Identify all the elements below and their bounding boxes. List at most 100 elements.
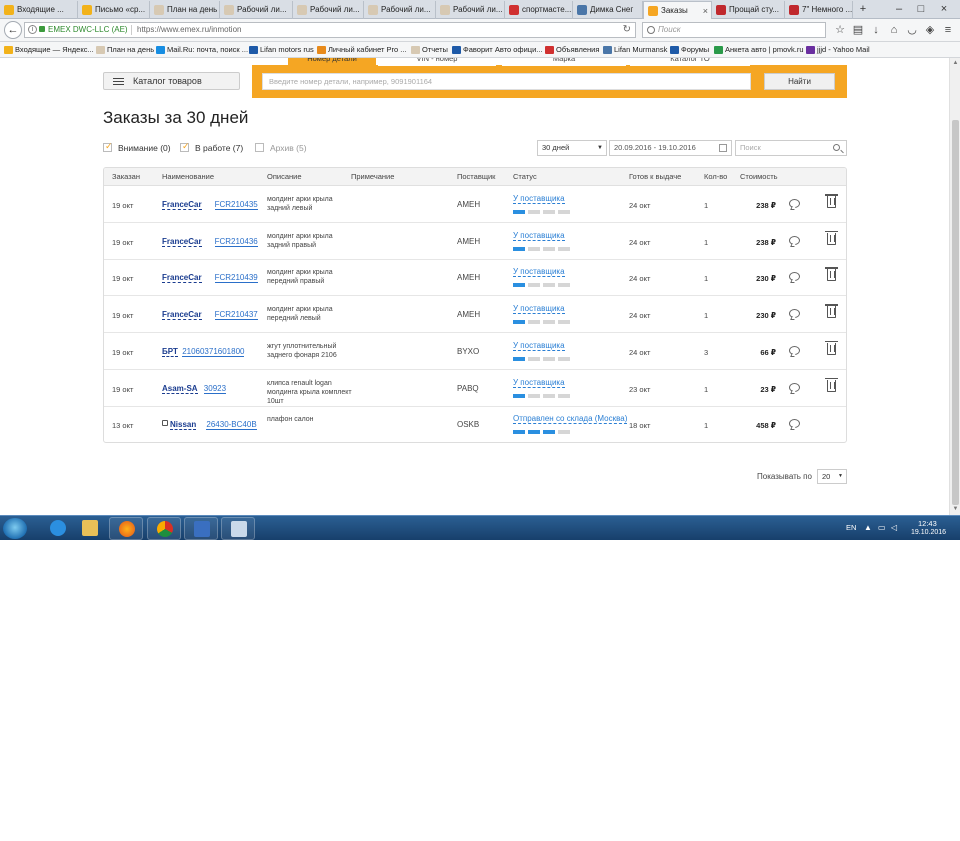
filter-in-work[interactable]: В работе (7) xyxy=(180,141,243,153)
browser-tab[interactable]: Входящие ... xyxy=(0,1,78,19)
bookmark-item[interactable]: Форумы xyxy=(670,42,709,58)
status-link[interactable]: У поставщика xyxy=(513,378,565,388)
status-link[interactable]: У поставщика xyxy=(513,341,565,351)
status-link[interactable]: У поставщика xyxy=(513,194,565,204)
menu-icon[interactable]: ≡ xyxy=(941,23,955,37)
brand-link[interactable]: FranceCar xyxy=(162,200,202,210)
trash-icon[interactable] xyxy=(825,304,838,319)
pocket-icon[interactable]: ◡ xyxy=(905,23,919,37)
shield-icon[interactable]: ◈ xyxy=(923,23,937,37)
trash-icon[interactable] xyxy=(825,377,838,392)
clock-date[interactable]: 19.10.2016 xyxy=(911,529,946,536)
reload-icon[interactable]: ↻ xyxy=(623,23,631,37)
bookmark-item[interactable]: Объявления xyxy=(545,42,599,58)
comment-icon[interactable] xyxy=(789,309,800,319)
status-link[interactable]: Отправлен со склада (Москва) xyxy=(513,414,628,425)
part-number-link[interactable]: FCR210437 xyxy=(214,310,258,321)
tab-vin[interactable]: VIN - номер xyxy=(378,58,496,66)
minimize-icon[interactable]: – xyxy=(891,2,907,16)
date-range-input[interactable]: 20.09.2016 - 19.10.2016 xyxy=(609,140,732,156)
page-scrollbar[interactable]: ▲ ▼ xyxy=(949,58,960,515)
part-number-link[interactable]: FCR210436 xyxy=(214,237,258,247)
url-text[interactable]: https://www.emex.ru/inmotion xyxy=(137,23,241,37)
brand-link[interactable]: БРТ xyxy=(162,347,178,357)
clock-time[interactable]: 12:43 xyxy=(918,519,937,528)
archive-checkbox[interactable] xyxy=(255,143,264,152)
bookmark-item[interactable]: Входящие — Яндекс... xyxy=(4,42,94,58)
scroll-down-icon[interactable]: ▼ xyxy=(951,505,960,514)
find-button[interactable]: Найти xyxy=(764,73,835,90)
comment-icon[interactable] xyxy=(789,199,800,208)
browser-tab[interactable]: спортмасте... xyxy=(505,1,573,19)
trash-icon[interactable] xyxy=(825,340,838,355)
browser-tab[interactable]: 7" Немного ... xyxy=(785,1,853,19)
paint-taskbar-button[interactable] xyxy=(221,517,255,540)
trash-icon[interactable] xyxy=(825,230,838,245)
ie-taskbar-button[interactable] xyxy=(41,517,75,540)
status-link[interactable]: У поставщика xyxy=(513,231,565,241)
calendar-icon[interactable] xyxy=(719,144,727,152)
bookmark-item[interactable]: Фаворит Авто офици... xyxy=(452,42,543,58)
bookmark-item[interactable]: План на день xyxy=(96,42,154,58)
browser-tab[interactable]: Рабочий ли... xyxy=(220,1,293,19)
browser-tab[interactable]: Прощай сту... xyxy=(712,1,785,19)
comment-icon[interactable] xyxy=(789,382,800,392)
comment-icon[interactable] xyxy=(789,235,800,245)
browser-tab[interactable]: Письмо «ср... xyxy=(78,1,150,19)
brand-link[interactable]: Nissan xyxy=(170,420,197,431)
filter-attention[interactable]: Внимание (0) xyxy=(103,141,171,153)
start-button[interactable] xyxy=(3,518,27,539)
catalog-button[interactable]: Каталог товаров xyxy=(103,72,240,90)
tab-maintenance-catalog[interactable]: Каталог ТО xyxy=(630,58,750,66)
orders-search-input[interactable]: Поиск xyxy=(735,140,847,156)
reading-list-icon[interactable]: ▤ xyxy=(851,23,865,37)
status-link[interactable]: У поставщика xyxy=(513,267,565,278)
brand-link[interactable]: FranceCar xyxy=(162,310,202,321)
part-number-link[interactable]: 21060371601800 xyxy=(182,347,245,357)
search-icon[interactable] xyxy=(833,144,840,151)
maximize-icon[interactable]: □ xyxy=(913,2,929,16)
site-info-icon[interactable]: i xyxy=(28,25,37,34)
part-number-input[interactable]: Введите номер детали, например, 90919011… xyxy=(262,73,751,90)
volume-icon[interactable]: ◁ xyxy=(891,524,900,532)
download-icon[interactable]: ↓ xyxy=(869,23,883,37)
tab-brand[interactable]: Марка xyxy=(502,58,626,66)
part-number-link[interactable]: FCR210439 xyxy=(214,273,258,284)
part-number-link[interactable]: FCR210435 xyxy=(214,200,258,210)
comment-icon[interactable] xyxy=(789,345,800,355)
scroll-up-icon[interactable]: ▲ xyxy=(951,59,960,68)
part-number-link[interactable]: 26430-BC40B xyxy=(206,420,257,431)
part-number-link[interactable]: 30923 xyxy=(203,384,227,394)
chrome-taskbar-button[interactable] xyxy=(147,517,181,540)
trash-icon[interactable] xyxy=(825,267,838,282)
browser-tab[interactable]: Рабочий ли... xyxy=(436,1,505,19)
bookmark-item[interactable]: Анкета авто | pmovk.ru xyxy=(714,42,804,58)
browser-tab[interactable]: Димка Снег xyxy=(573,1,643,19)
brand-link[interactable]: FranceCar xyxy=(162,273,202,284)
browser-tab[interactable]: Рабочий ли... xyxy=(293,1,364,19)
back-button[interactable]: ← xyxy=(4,21,22,39)
filter-archive[interactable]: Архив (5) xyxy=(255,143,307,153)
bookmark-item[interactable]: jjjd - Yahoo Mail xyxy=(806,42,870,58)
per-page-select[interactable]: 20 ▼ xyxy=(817,469,847,484)
browser-tab[interactable]: Заказы × xyxy=(643,1,712,19)
bookmark-star-icon[interactable]: ☆ xyxy=(833,23,847,37)
in-work-checkbox[interactable] xyxy=(180,141,190,152)
browser-tab[interactable]: Рабочий ли... xyxy=(364,1,436,19)
comment-icon[interactable] xyxy=(789,272,800,282)
app-taskbar-button[interactable] xyxy=(184,517,218,540)
comment-icon[interactable] xyxy=(789,419,800,429)
bookmark-item[interactable]: Lifan motors rus xyxy=(249,42,314,58)
bookmark-item[interactable]: Отчеты xyxy=(411,42,448,58)
firefox-taskbar-button[interactable] xyxy=(109,517,143,540)
trash-icon[interactable] xyxy=(825,194,838,208)
address-bar[interactable]: i EMEX DWC-LLC (AE) https://www.emex.ru/… xyxy=(24,22,636,38)
language-indicator[interactable]: EN xyxy=(846,523,856,532)
browser-tab[interactable]: План на день xyxy=(150,1,220,19)
network-icon[interactable]: ▭ xyxy=(878,524,887,532)
browser-search-input[interactable]: Поиск xyxy=(642,22,826,38)
scrollbar-thumb[interactable] xyxy=(952,120,959,505)
home-icon[interactable]: ⌂ xyxy=(887,23,901,37)
bookmark-item[interactable]: Lifan Murmansk xyxy=(603,42,667,58)
close-icon[interactable]: × xyxy=(936,2,952,16)
